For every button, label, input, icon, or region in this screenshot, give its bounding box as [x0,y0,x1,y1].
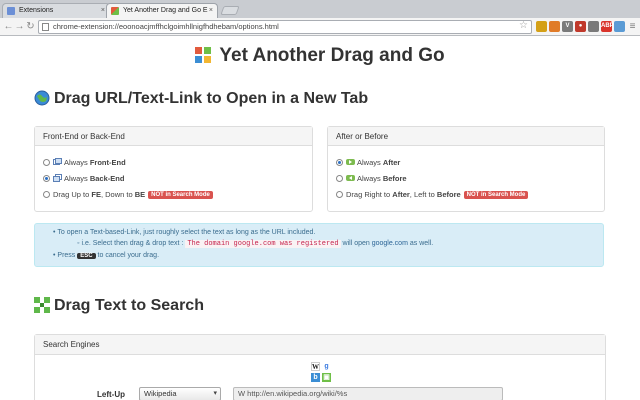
map-icon[interactable]: ▣ [322,373,331,382]
tabs-back-icon [53,174,62,182]
option-bold: Front-End [89,158,126,167]
info-line-3: • Press ESC to cancel your drag. [53,252,160,259]
drag-go-logo-icon [195,47,212,63]
option-drag-right-left[interactable]: Drag Right to After, Left to Before NOT i… [336,190,529,200]
not-in-search-mode-badge: NOT in Search Mode [463,191,529,199]
radio-before[interactable] [336,175,343,182]
drag-arrows-icon [34,297,50,313]
search-url-field[interactable]: W http://en.wikipedia.org/wiki/%s [233,387,503,400]
page-title: Yet Another Drag and Go [0,45,640,67]
info-line-2: ◦ i.e. Select then drag & drop text : Th… [77,240,434,248]
chrome-icon[interactable] [536,21,547,32]
option-always-front-end[interactable]: Always Front-End [43,158,126,168]
option-bold: Back-End [89,174,125,183]
drag-go-icon[interactable] [614,21,625,32]
option-prefix: Always [357,158,383,167]
option-text: Drag Up to [53,190,92,199]
bookmark-star-icon[interactable]: ☆ [519,20,528,32]
tab-strip: Extensions × Yet Another Drag and Go E × [0,0,640,18]
option-prefix: Always [357,174,383,183]
address-bar[interactable]: chrome-extension://eoonoacjmffhclgoimhll… [38,20,532,34]
forward-arrow-icon[interactable]: → [14,21,25,32]
arrow-after-icon [346,158,355,166]
panel-heading: Front-End or Back-End [35,127,312,146]
arrow-before-icon [346,174,355,182]
reload-icon[interactable]: ↻ [25,21,36,32]
direction-label: Left-Up [97,390,125,399]
option-text: Drag Right to [346,190,393,199]
option-bold: After [382,158,401,167]
back-arrow-icon[interactable]: ← [3,21,14,32]
esc-key: ESC [77,253,96,259]
search-engines-panel: Search Engines W g b ▣ Left-Up Wikipedia… [34,334,606,400]
tab-title: Yet Another Drag and Go E [123,7,208,14]
option-prefix: Always [64,174,90,183]
google-link[interactable]: google.com [372,240,408,247]
panel-heading: Search Engines [35,335,605,355]
example-code: The domain google.com was registered [185,240,341,248]
puzzle-icon [7,7,15,15]
close-tab-icon[interactable]: × [209,4,213,18]
tabs-front-icon [53,158,62,166]
engine-select[interactable]: Wikipedia ▾ [139,387,221,400]
not-in-search-mode-badge: NOT in Search Mode [148,191,213,199]
option-bold: BE [134,190,146,199]
option-text: , Left to [409,190,437,199]
radio-front-end[interactable] [43,159,50,166]
fox-icon[interactable] [549,21,560,32]
search-url-value: W http://en.wikipedia.org/wiki/%s [238,389,348,398]
tab-yadg-options[interactable]: Yet Another Drag and Go E × [106,3,218,18]
info-text: i.e. Select then drag & drop text : [81,240,184,247]
browser-toolbar: ← → ↻ chrome-extension://eoonoacjmffhclg… [0,18,640,36]
front-back-panel: Front-End or Back-End Always Front-End A… [34,126,313,212]
section-title-text: Drag Text to Search [54,297,204,314]
info-line-1: • To open a Text-based-Link, just roughl… [53,229,316,236]
option-bold: Before [382,174,407,183]
radio-back-end[interactable] [43,175,50,182]
option-always-after[interactable]: Always After [336,158,400,168]
tab-extensions[interactable]: Extensions × [2,3,110,18]
panel-heading: After or Before [328,127,604,146]
page-icon [42,23,49,31]
section-title-search: Drag Text to Search [34,297,204,315]
option-bold: FE [91,190,101,199]
section-title-link: Drag URL/Text-Link to Open in a New Tab [34,90,368,108]
globe-icon [34,90,50,106]
info-text: Press [57,252,78,259]
info-text: will open [340,240,372,247]
adblock-icon[interactable]: ABP [601,21,614,32]
radio-after[interactable] [336,159,343,166]
option-bold: After [392,190,410,199]
address-text: chrome-extension://eoonoacjmffhclgoimhll… [53,22,279,31]
option-always-back-end[interactable]: Always Back-End [43,174,124,184]
bing-icon[interactable]: b [311,373,320,382]
info-text: as well. [407,240,434,247]
shield-icon[interactable]: ● [575,21,586,32]
section-title-text: Drag URL/Text-Link to Open in a New Tab [54,90,369,107]
info-text: To open a Text-based-Link, just roughly … [57,229,316,236]
option-text: , Down to [100,190,135,199]
v-icon[interactable]: V [562,21,573,32]
radio-drag-right-left[interactable] [336,191,343,198]
radio-drag-up-down[interactable] [43,191,50,198]
after-before-panel: After or Before Always After Always Befo… [327,126,605,212]
option-bold: Before [436,190,461,199]
option-drag-up-down[interactable]: Drag Up to FE, Down to BE NOT in Search M… [43,190,213,200]
close-tab-icon[interactable]: × [101,4,105,18]
wikipedia-icon[interactable]: W [311,362,320,371]
option-always-before[interactable]: Always Before [336,174,407,184]
globe-icon[interactable] [588,21,599,32]
engine-select-value: Wikipedia [144,389,177,398]
option-prefix: Always [64,158,90,167]
page-title-text: Yet Another Drag and Go [219,45,445,66]
drag-go-icon [111,7,119,15]
google-icon[interactable]: g [322,362,331,371]
info-box: • To open a Text-based-Link, just roughl… [34,223,604,267]
chevron-down-icon: ▾ [213,390,217,397]
new-tab-button[interactable] [220,6,240,15]
options-page: Yet Another Drag and Go Drag URL/Text-Li… [0,37,640,400]
info-text: to cancel your drag. [95,252,160,259]
tab-title: Extensions [19,7,54,14]
menu-icon[interactable]: ≡ [627,21,638,32]
